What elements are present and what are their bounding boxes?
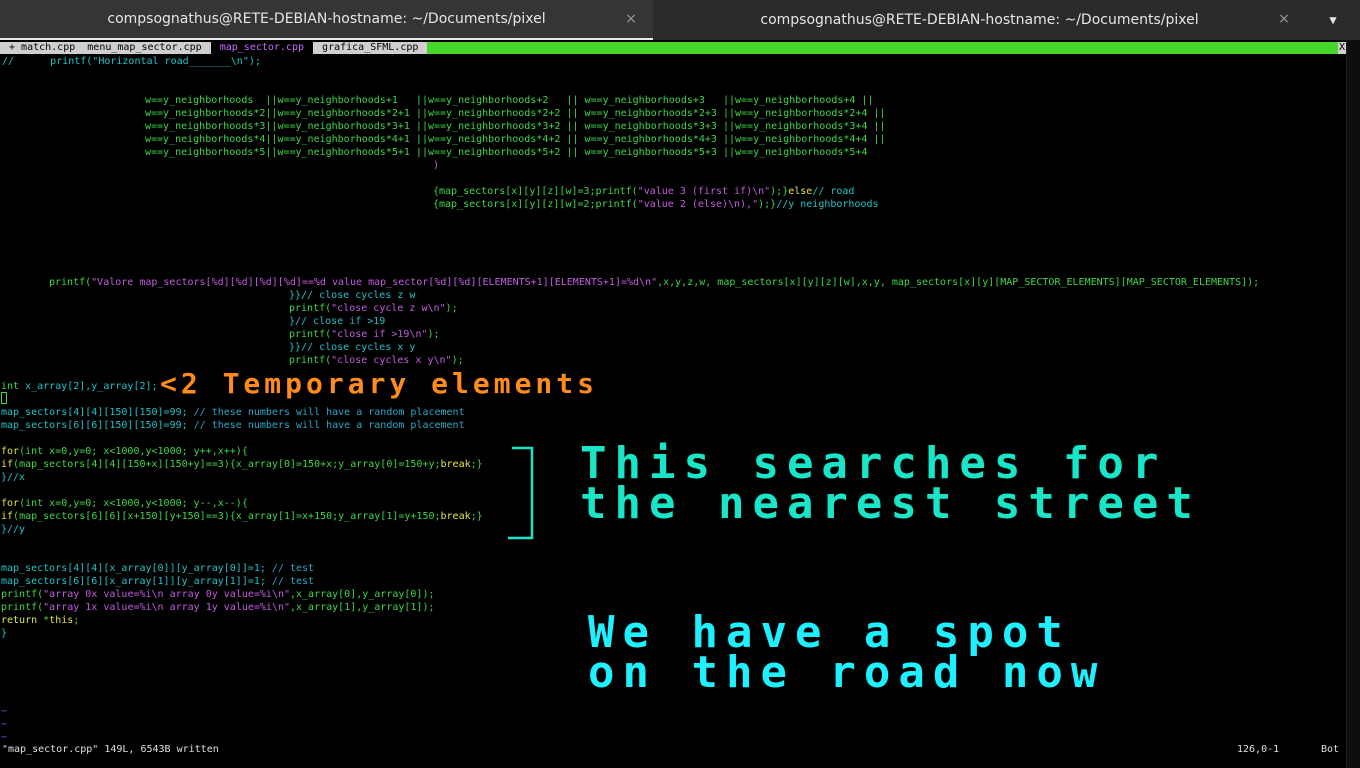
terminal-window: compsognathus@RETE-DEBIAN-hostname: ~/Do… xyxy=(0,0,1360,768)
code-line: }}// close cycles x y xyxy=(289,342,416,353)
vim-status-line: "map_sector.cpp" 149L, 6543B written 126… xyxy=(0,743,1346,757)
vim-tab-map-sector[interactable]: map_sector.cpp xyxy=(210,42,314,54)
code-line: printf("Valore map_sectors[%d][%d][%d][%… xyxy=(49,277,1260,288)
close-icon[interactable]: × xyxy=(623,11,639,27)
chevron-down-icon: ▼ xyxy=(1329,13,1337,27)
cursor-position: 126,0-1 xyxy=(1237,744,1280,755)
code-line: for(int x=0,y=0; x<1000,y<1000; y++,x++)… xyxy=(1,446,248,457)
annotation-search-line-2: the nearest street xyxy=(580,478,1201,529)
close-icon[interactable]: × xyxy=(1276,11,1292,27)
code-line: }// close if >19 xyxy=(289,316,386,327)
vim-tab-grafica[interactable]: grafica_SFML.cpp xyxy=(313,42,428,54)
code-line: {map_sectors[x][y][z][w]=3;printf("value… xyxy=(433,186,855,197)
code-line: printf("close cycles x y\n"); xyxy=(289,355,464,366)
terminal-tab-1[interactable]: compsognathus@RETE-DEBIAN-hostname: ~/Do… xyxy=(0,0,653,40)
code-line: // printf("Horizontal road_______\n"); xyxy=(2,56,261,67)
code-line: printf("array 0x value=%i\n array 0y val… xyxy=(1,589,435,600)
code-line: if(map_sectors[4][4][150+x][150+y]==3){x… xyxy=(1,459,483,470)
code-line: w==y_neighborhoods*4||w==y_neighborhoods… xyxy=(145,134,886,145)
code-line: map_sectors[6][6][150][150]=99; // these… xyxy=(1,420,465,431)
vim-tabline: + match.cpp menu_map_sector.cpp map_sect… xyxy=(0,42,1346,54)
tabs-menu-button[interactable]: ▼ xyxy=(1306,0,1360,40)
code-line: printf("array 1x value=%i\n array 1y val… xyxy=(1,602,435,613)
bracket-icon xyxy=(508,446,534,540)
code-line: map_sectors[4][4][150][150]=99; // these… xyxy=(1,407,465,418)
terminal-tab-title: compsognathus@RETE-DEBIAN-hostname: ~/Do… xyxy=(107,11,546,27)
text-cursor xyxy=(1,392,7,404)
annotation-spot-line-2: on the road now xyxy=(588,647,1106,698)
vim-tab-close-button[interactable]: X xyxy=(1338,42,1346,54)
terminal-scrollbar[interactable] xyxy=(1346,40,1360,768)
terminal-tab-title: compsognathus@RETE-DEBIAN-hostname: ~/Do… xyxy=(760,12,1199,28)
code-line: return *this; xyxy=(1,615,80,626)
vim-tabline-fill xyxy=(427,42,1338,54)
code-line: w==y_neighborhoods ||w==y_neighborhoods+… xyxy=(145,95,874,106)
scroll-position: Bot xyxy=(1321,744,1340,755)
code-line: }}// close cycles z w xyxy=(289,290,416,301)
code-line: printf("close cycle z w\n"); xyxy=(289,303,458,314)
code-line: for(int x=0,y=0; x<1000,y<1000; y--,x--)… xyxy=(1,498,248,509)
code-line: } xyxy=(1,628,8,639)
terminal-content[interactable]: + match.cpp menu_map_sector.cpp map_sect… xyxy=(0,40,1346,768)
vim-tab-match[interactable]: + match.cpp menu_map_sector.cpp xyxy=(0,42,211,54)
annotation-temporary-elements: <2 Temporary elements xyxy=(160,367,599,400)
window-tab-bar: compsognathus@RETE-DEBIAN-hostname: ~/Do… xyxy=(0,0,1360,40)
empty-line-marker: ~ xyxy=(1,706,8,717)
code-line: int x_array[2],y_array[2]; xyxy=(1,381,158,392)
code-line: {map_sectors[x][y][z][w]=2;printf("value… xyxy=(433,199,879,210)
code-line: printf("close if >19\n"); xyxy=(289,329,440,340)
terminal-tab-2[interactable]: compsognathus@RETE-DEBIAN-hostname: ~/Do… xyxy=(653,0,1306,40)
code-line: w==y_neighborhoods*3||w==y_neighborhoods… xyxy=(145,121,886,132)
code-line: map_sectors[4][4][x_array[0]][y_array[0]… xyxy=(1,563,315,574)
code-line: if(map_sectors[6][6][x+150][y+150]==3){x… xyxy=(1,511,483,522)
status-message: "map_sector.cpp" 149L, 6543B written xyxy=(2,744,219,755)
code-line: ) xyxy=(433,160,440,171)
code-line: map_sectors[6][6][x_array[1]][y_array[1]… xyxy=(1,576,315,587)
code-line: }//y xyxy=(1,524,26,535)
code-line: w==y_neighborhoods*5||w==y_neighborhoods… xyxy=(145,147,868,158)
empty-line-marker: ~ xyxy=(1,719,8,730)
code-line: w==y_neighborhoods*2||w==y_neighborhoods… xyxy=(145,108,886,119)
code-line: }//x xyxy=(1,472,26,483)
